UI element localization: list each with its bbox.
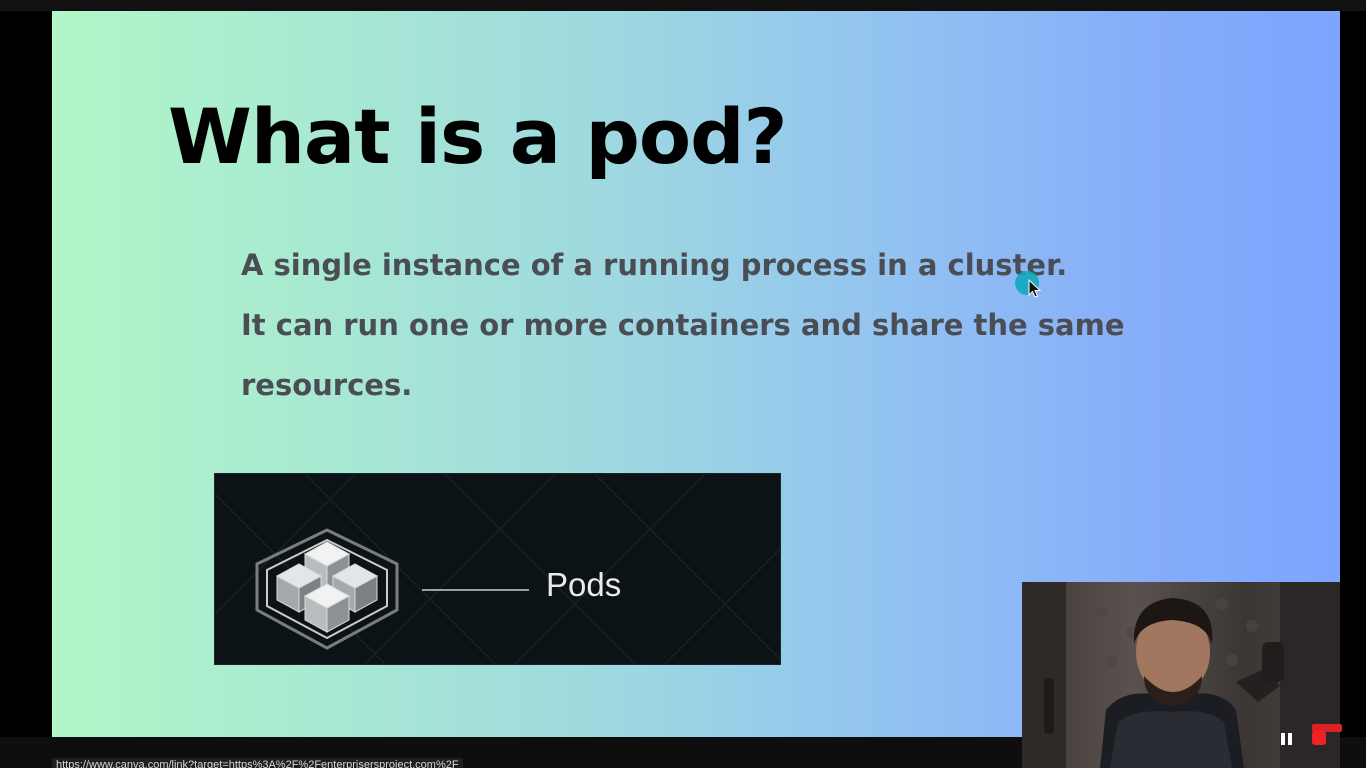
slide-title: What is a pod? [168,92,788,181]
pods-label: Pods [546,566,622,603]
status-url: https://www.canva.com/link?target=https%… [52,758,463,768]
screen: What is a pod? A single instance of a ru… [0,0,1366,768]
pause-icon[interactable] [1278,730,1296,748]
slide-line-containers: It can run one or more containers and sh… [241,308,1125,402]
pods-graphic-art [215,474,780,664]
top-bar [0,0,1366,11]
pods-graphic: Pods [214,473,781,665]
hexagon-cubes-icon [255,528,399,650]
mouse-pointer-icon [1015,271,1043,299]
slide-body: A single instance of a running process i… [241,235,1181,415]
stop-icon[interactable] [1312,731,1326,745]
recording-controls [1276,726,1332,752]
